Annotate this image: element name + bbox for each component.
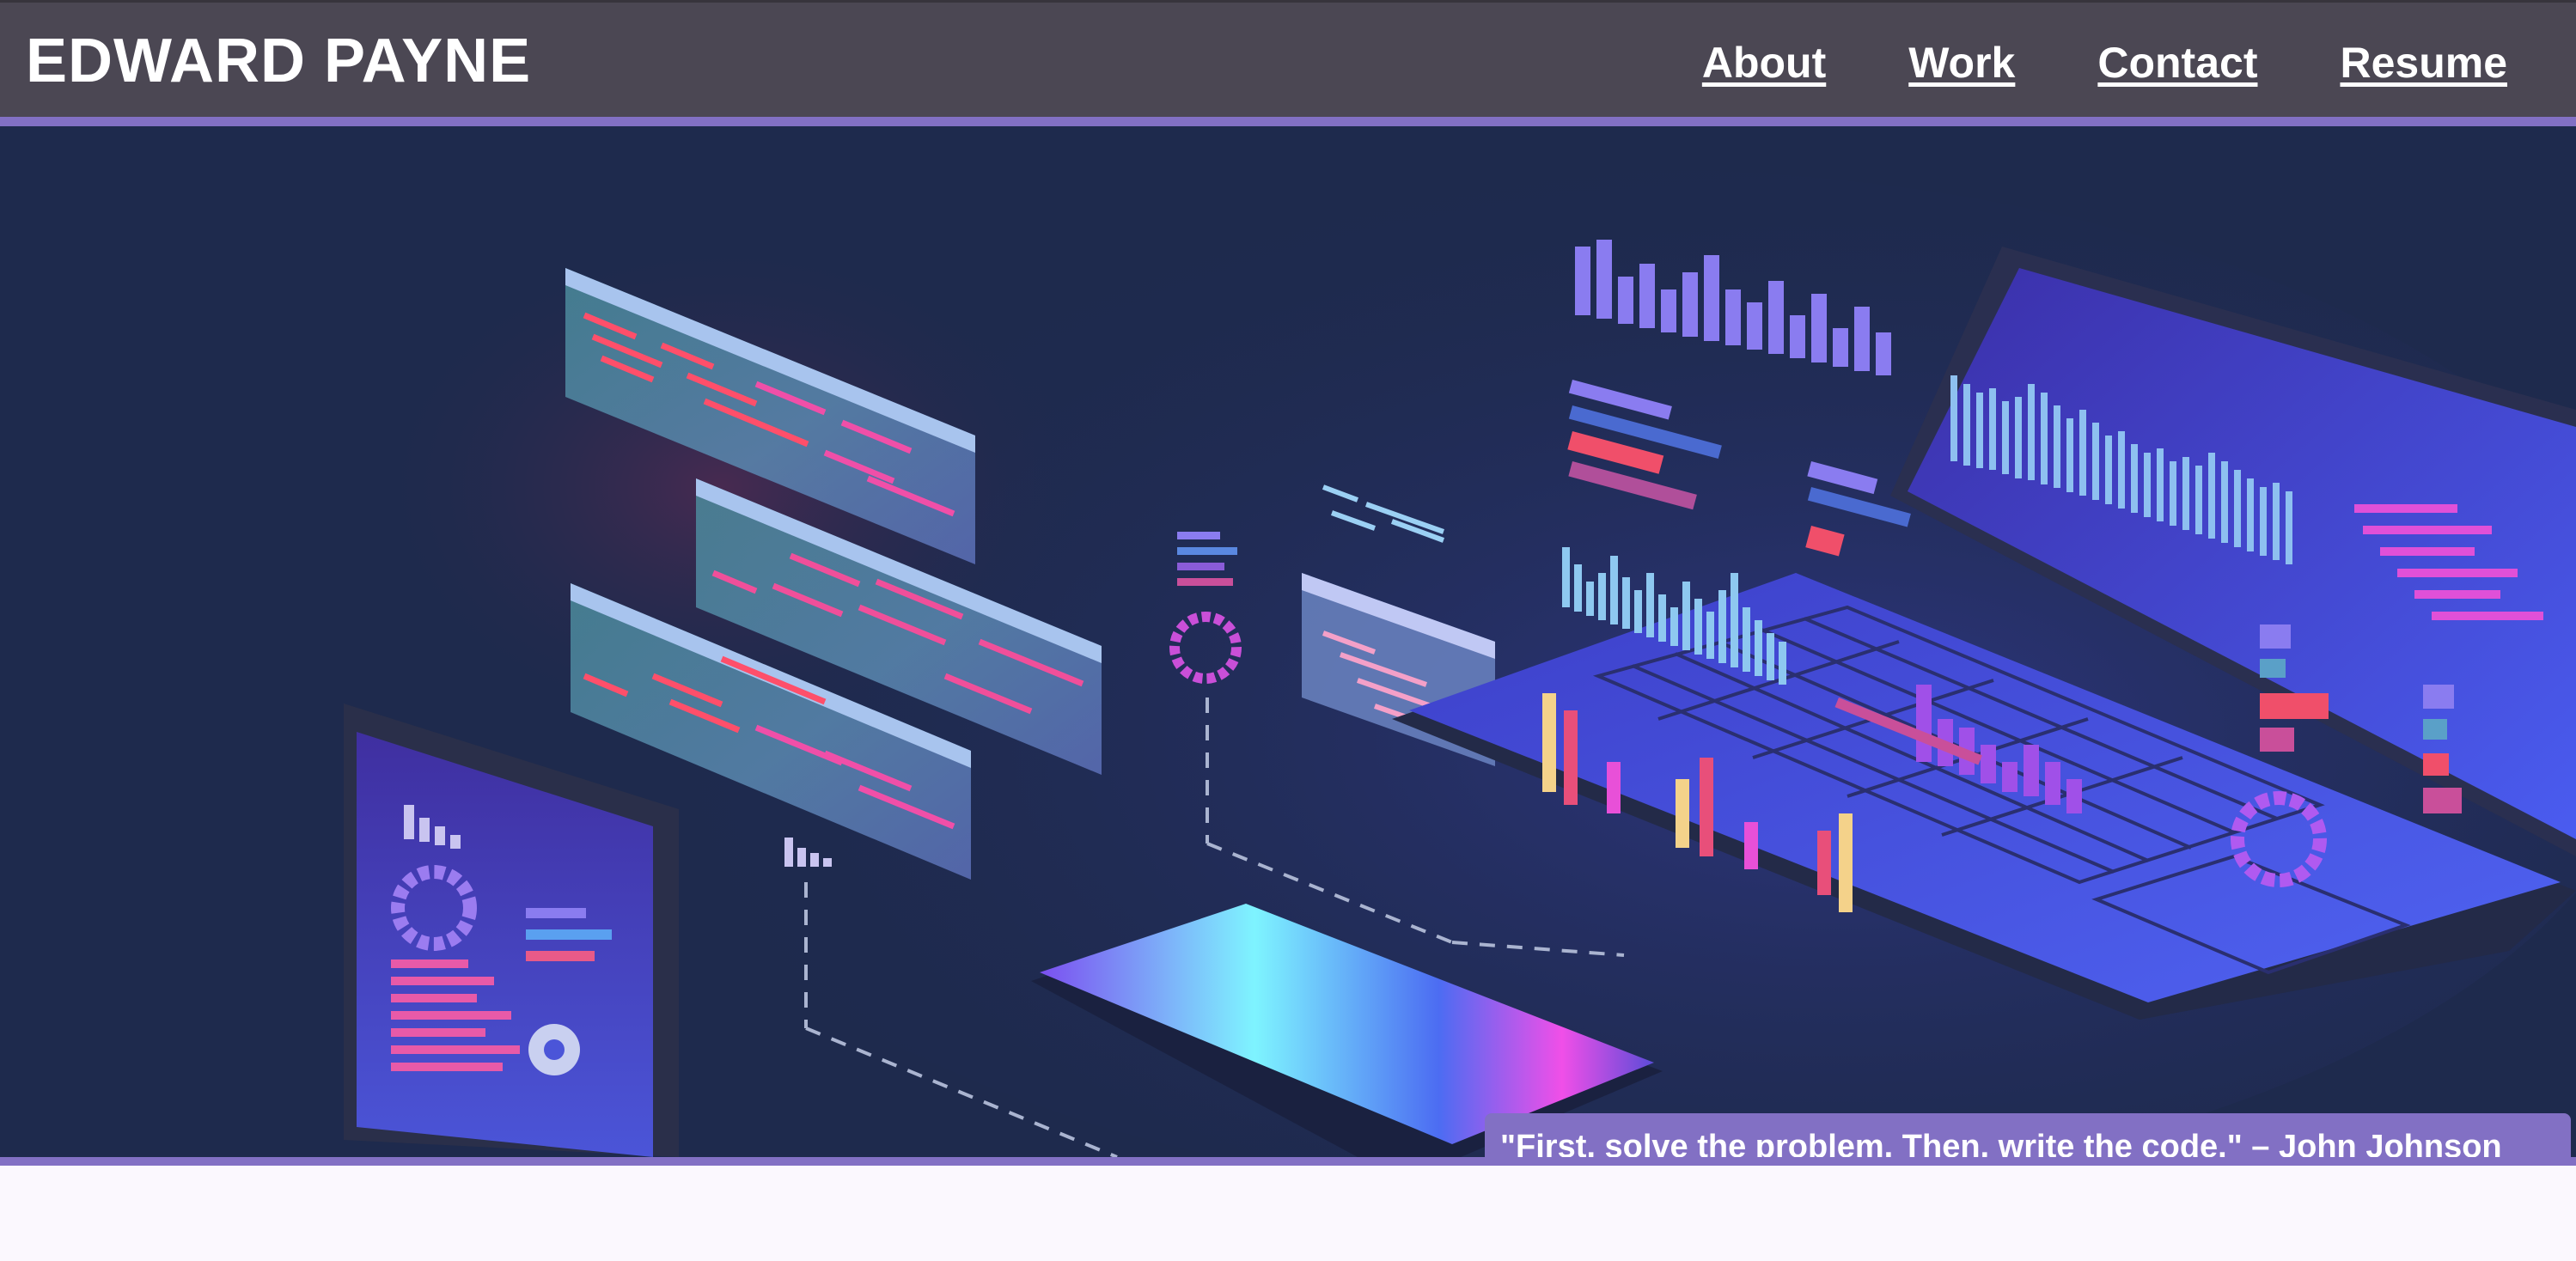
hero-quote: "First, solve the problem. Then, write t… xyxy=(1485,1113,2571,1157)
portfolio-page: EDWARD PAYNE About Work Contact Resume "… xyxy=(0,0,2576,1261)
header-accent-bar xyxy=(0,117,2576,126)
nav-about-link[interactable]: About xyxy=(1702,35,1826,90)
nav-contact-link[interactable]: Contact xyxy=(2097,35,2257,90)
site-brand[interactable]: EDWARD PAYNE xyxy=(26,27,531,95)
nav-resume-link[interactable]: Resume xyxy=(2340,35,2507,90)
hero-illustration xyxy=(0,126,2576,1157)
main-nav: About Work Contact Resume xyxy=(1702,35,2507,90)
hero-banner: "First, solve the problem. Then, write t… xyxy=(0,126,2576,1157)
hero-accent-bar xyxy=(0,1157,2576,1166)
site-header: EDWARD PAYNE About Work Contact Resume xyxy=(0,0,2576,117)
nav-work-link[interactable]: Work xyxy=(1908,35,2015,90)
